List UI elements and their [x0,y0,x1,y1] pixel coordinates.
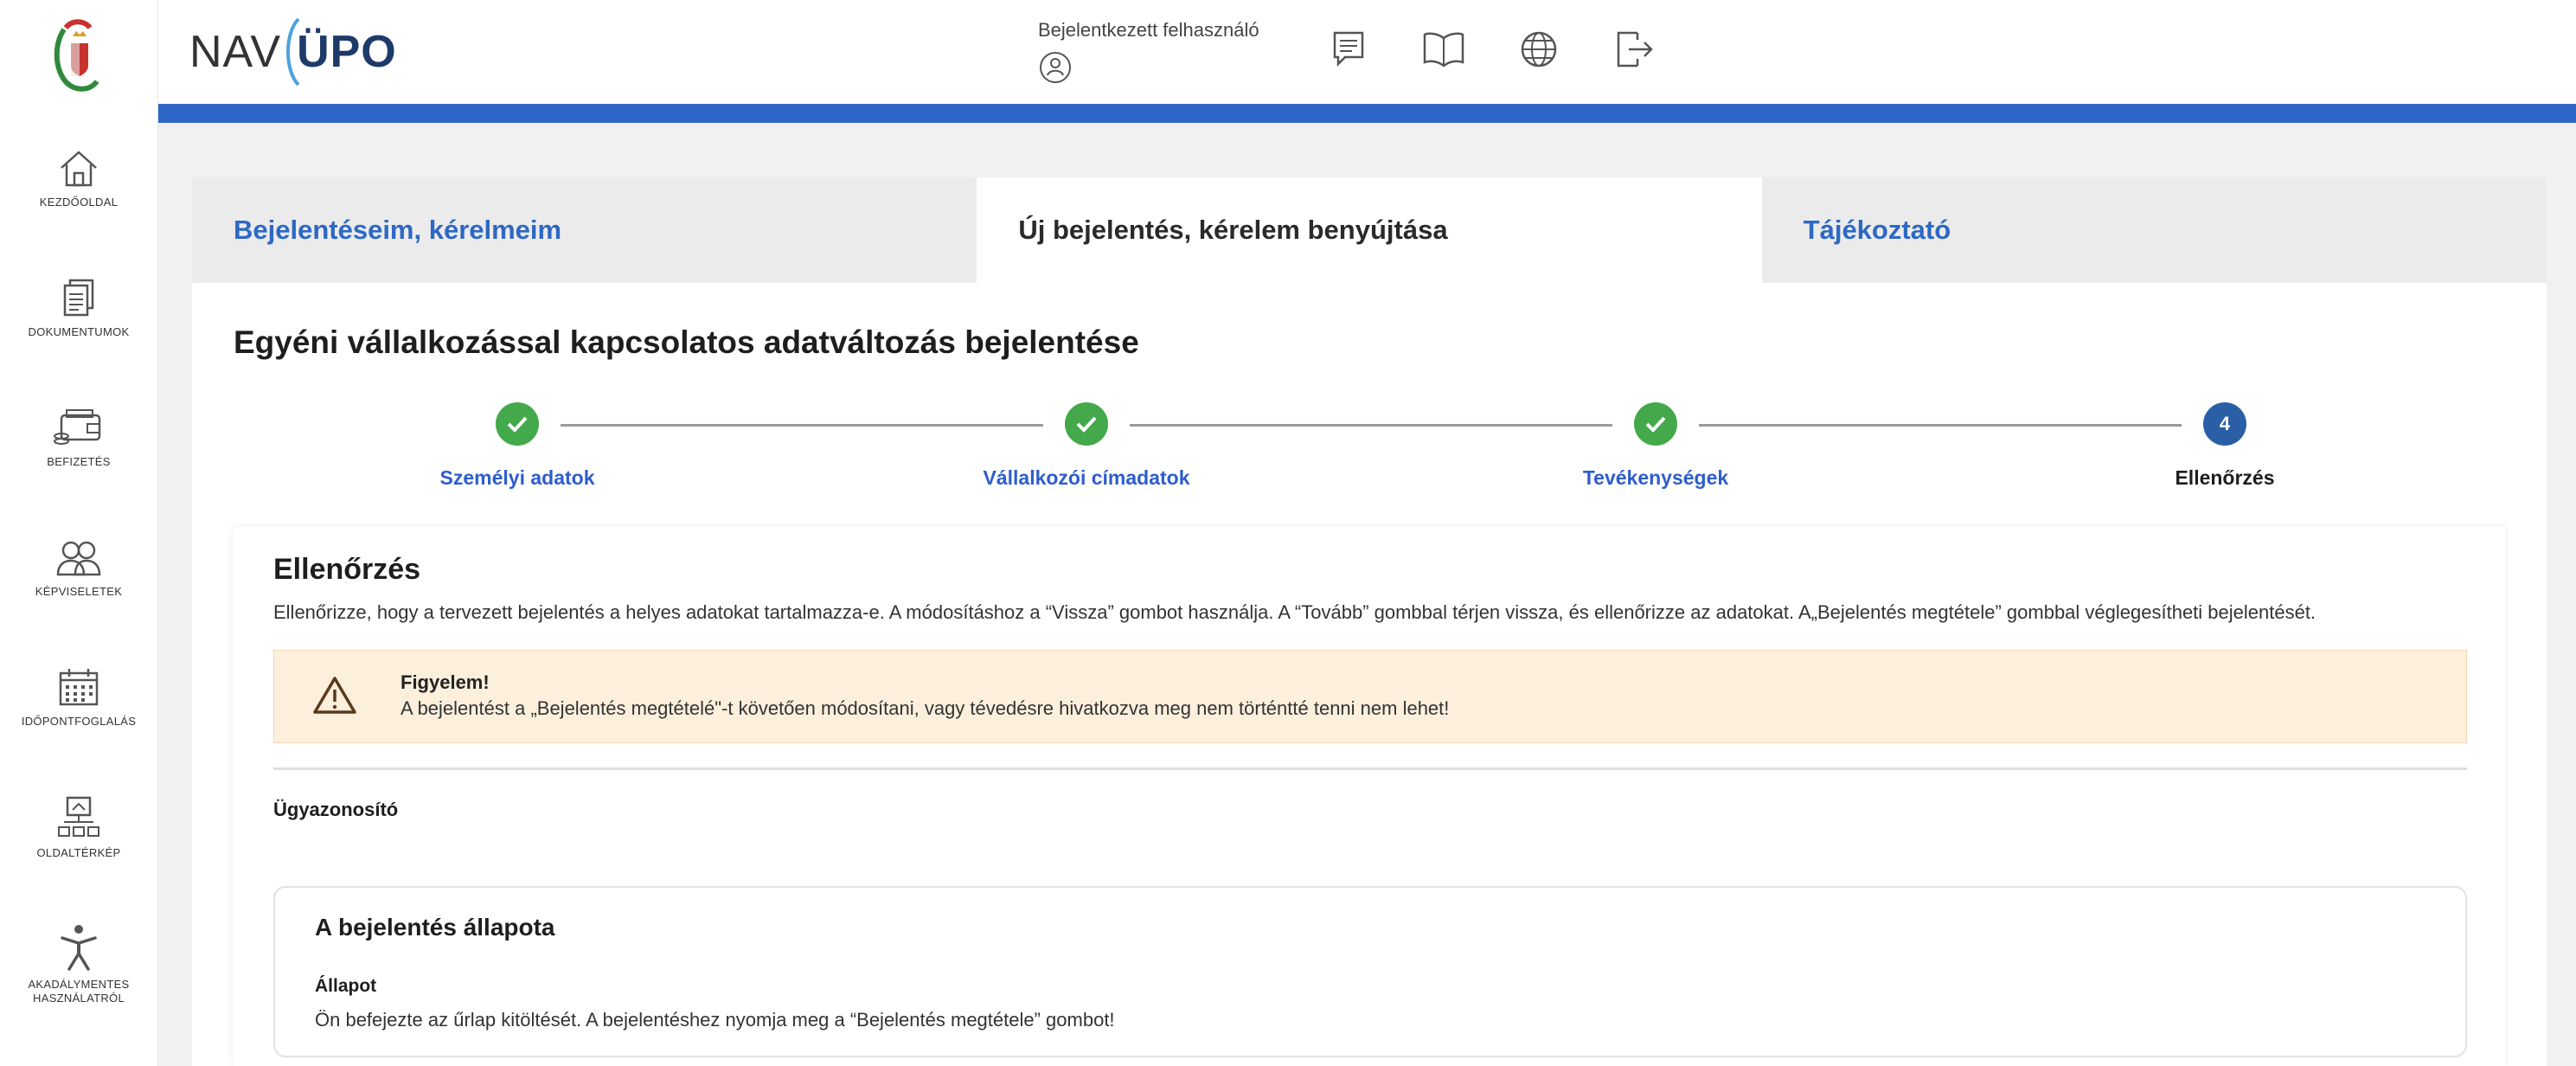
status-text: Ön befejezte az űrlap kitöltését. A beje… [315,1009,1115,1031]
sidebar-item-payment[interactable]: BEFIZETÉS [0,407,157,469]
tab-new-submission[interactable]: Új bejelentés, kérelem benyújtása [977,177,1762,283]
coat-of-arms-logo[interactable] [47,12,107,99]
sidebar-item-sitemap[interactable]: OLDALTÉRKÉP [0,796,157,860]
warning-text: A bejelentést a „Bejelentés megtételé"-t… [400,697,1450,719]
sidebar-item-label: KÉPVISELETEK [35,585,123,598]
logout-icon[interactable] [1615,29,1655,69]
people-icon [56,541,101,576]
submission-status-box: A bejelentés állapota Állapot Ön befejez… [273,886,2467,1057]
sidebar-item-home[interactable]: KEZDŐOLDAL [0,149,157,209]
language-icon[interactable] [1520,29,1558,69]
review-description: Ellenőrizze, hogy a tervezett bejelentés… [273,601,2316,623]
sidebar-item-representations[interactable]: KÉPVISELETEK [0,540,157,599]
header-accent-bar [158,104,2576,123]
checkmark-icon [1076,416,1097,433]
step-review: 4 Ellenőrzés [2095,402,2355,490]
app-logo[interactable]: NAV ÜPO [189,16,397,88]
page-title: Egyéni vállalkozással kapcsolatos adatvá… [234,324,1139,360]
sitemap-icon [58,796,99,837]
manual-icon[interactable] [1423,29,1464,69]
tab-bar: Bejelentéseim, kérelmeim Új bejelentés, … [192,177,2547,283]
sidebar-item-label: OLDALTÉRKÉP [36,846,121,859]
step-number-badge: 4 [2203,402,2246,446]
calendar-icon [59,669,99,706]
step-label: Személyi adatok [439,466,595,489]
sidebar-item-label: IDŐPONTFOGLALÁS [21,715,137,728]
wallet-icon [54,409,101,445]
tab-information[interactable]: Tájékoztató [1761,177,2547,283]
sidebar: KEZDŐOLDAL DOKUMENTUMOK BEFIZETÉS KÉPVIS… [0,0,158,1066]
sidebar-item-appointments[interactable]: IDŐPONTFOGLALÁS [0,666,157,729]
step-label: Tevékenységek [1582,466,1729,489]
step-activities[interactable]: Tevékenységek [1526,402,1785,490]
status-label: Állapot [315,976,377,996]
main-content: Egyéni vállalkozással kapcsolatos adatvá… [192,283,2547,1066]
home-icon [61,151,97,187]
step-done-indicator [1634,402,1677,446]
accessibility-icon [61,925,97,971]
step-label: Vállalkozói címadatok [983,466,1190,489]
step-done-indicator [1065,402,1108,446]
messages-icon[interactable] [1331,29,1366,69]
case-id-label: Ügyazonosító [273,799,399,820]
warning-icon [313,677,356,714]
sidebar-item-label: KEZDŐOLDAL [39,196,119,209]
header: NAV ÜPO Bejelentkezett felhasználó [158,0,2576,104]
sidebar-item-label: AKADÁLYMENTES HASZNÁLATRÓL [28,978,130,1005]
step-done-indicator [496,402,539,446]
checkmark-icon [1645,416,1666,433]
review-panel: Ellenőrzés Ellenőrizze, hogy a tervezett… [234,527,2505,1066]
tab-my-submissions[interactable]: Bejelentéseim, kérelmeim [192,177,977,283]
sidebar-item-documents[interactable]: DOKUMENTUMOK [0,277,157,339]
status-title: A bejelentés állapota [315,914,555,941]
warning-alert: Figyelem! A bejelentést a „Bejelentés me… [273,650,2467,743]
step-business-address[interactable]: Vállalkozói címadatok [957,402,1216,490]
sidebar-item-label: BEFIZETÉS [47,455,111,468]
progress-stepper: Személyi adatok Vállalkozói címadatok Te… [192,402,2547,506]
sidebar-item-accessibility[interactable]: AKADÁLYMENTES HASZNÁLATRÓL [0,924,157,1005]
checkmark-icon [507,416,528,433]
divider [273,767,2467,770]
user-icon[interactable] [1038,50,1073,85]
step-personal-data[interactable]: Személyi adatok [388,402,647,490]
logged-in-user-label: Bejelentkezett felhasználó [1038,19,1259,41]
sidebar-item-label: DOKUMENTUMOK [28,325,130,338]
warning-title: Figyelem! [400,671,490,693]
review-title: Ellenőrzés [273,553,421,586]
documents-icon [63,279,94,317]
step-label: Ellenőrzés [2175,466,2275,489]
user-block: Bejelentkezett felhasználó [1038,19,1259,89]
